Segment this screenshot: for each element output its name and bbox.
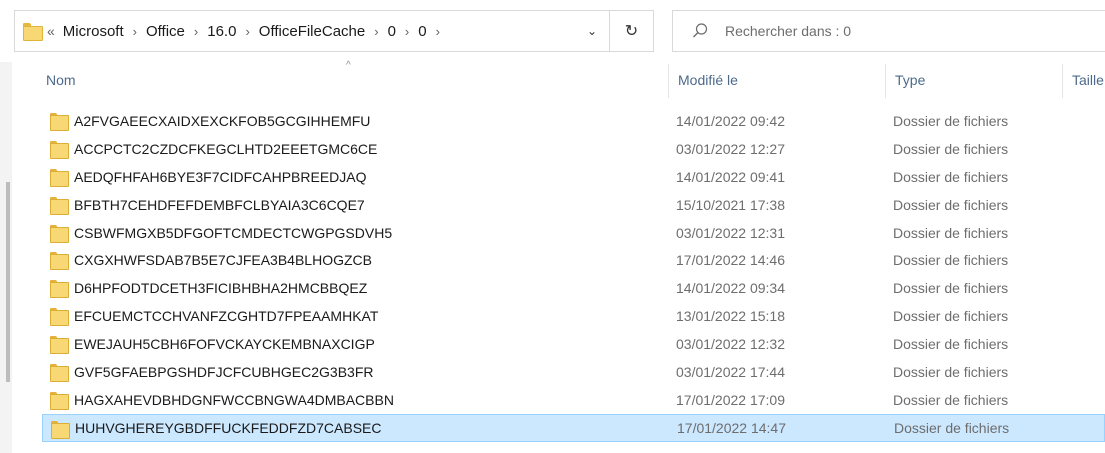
modified-date: 03/01/2022 12:32 — [676, 336, 785, 353]
file-type: Dossier de fichiers — [893, 224, 1009, 241]
folder-icon — [50, 113, 69, 131]
table-row[interactable]: GVF5GFAEBPGSHDFJCFCUBHGEC2G3B3FR 03/01/2… — [42, 358, 1105, 386]
table-row-selected[interactable]: HUHVGHEREYGBDFFUCKFEDDFZD7CABSEC 17/01/2… — [42, 413, 1105, 442]
file-name: EWEJAUH5CBH6FOFVCKAYCKEMBNAXCIGP — [74, 336, 375, 353]
refresh-icon: ↻ — [624, 23, 639, 40]
modified-date: 17/01/2022 14:47 — [677, 419, 786, 436]
file-type: Dossier de fichiers — [893, 168, 1009, 185]
column-header-modified[interactable]: Modifié le — [678, 62, 883, 98]
modified-date: 13/01/2022 15:18 — [676, 308, 785, 325]
table-row[interactable]: A2FVGAEECXAIDXEXCKFOB5GCGIHHEMFU 14/01/2… — [42, 107, 1105, 135]
file-type: Dossier de fichiers — [893, 196, 1009, 213]
column-header-label: Type — [895, 72, 926, 88]
file-name: D6HPFODTDCETH3FICIBHBHA2HMCBBQEZ — [74, 280, 368, 297]
file-type: Dossier de fichiers — [893, 308, 1009, 325]
column-divider[interactable] — [885, 64, 886, 98]
file-name: BFBTH7CEHDFEFDEMBFCLBYAIA3C6CQE7 — [74, 196, 365, 213]
search-input[interactable] — [725, 23, 1105, 39]
modified-date: 03/01/2022 17:44 — [676, 363, 785, 380]
file-type: Dossier de fichiers — [894, 419, 1010, 436]
breadcrumb: « Microsoft › Office › 16.0 › OfficeFile… — [47, 23, 575, 40]
file-type: Dossier de fichiers — [893, 363, 1009, 380]
file-type: Dossier de fichiers — [893, 391, 1009, 408]
folder-icon — [50, 140, 69, 159]
column-header-type[interactable]: Type — [895, 62, 1060, 98]
file-name: A2FVGAEECXAIDXEXCKFOB5GCGIHHEMFU — [74, 112, 371, 129]
column-header-label: Nom — [46, 72, 76, 88]
modified-date: 17/01/2022 17:09 — [676, 391, 785, 408]
file-type: Dossier de fichiers — [893, 280, 1009, 297]
chevron-down-icon: ⌄ — [586, 24, 598, 38]
table-row[interactable]: HAGXAHEVDBHDGNFWCCBNGWA4DMBACBBN 17/01/2… — [42, 386, 1105, 414]
table-row[interactable]: EFCUEMCTCCHVANFZCGHTD7FPEAAMHKAT 13/01/2… — [42, 302, 1105, 330]
address-bar[interactable]: « Microsoft › Office › 16.0 › OfficeFile… — [14, 10, 654, 52]
folder-icon — [50, 224, 69, 243]
file-list: A2FVGAEECXAIDXEXCKFOB5GCGIHHEMFU 14/01/2… — [42, 107, 1105, 442]
folder-icon — [50, 280, 69, 299]
column-header-size[interactable]: Taille — [1072, 62, 1105, 98]
chevron-right-icon[interactable]: › — [374, 24, 378, 39]
file-name: CSBWFMGXB5DFGOFTCMDECTCWGPGSDVH5 — [74, 224, 393, 241]
file-name: GVF5GFAEBPGSHDFJCFCUBHGEC2G3B3FR — [74, 363, 374, 380]
modified-date: 03/01/2022 12:27 — [676, 140, 785, 157]
file-name: AEDQFHFAH6BYE3F7CIDFCAHPBREEDJAQ — [74, 168, 367, 185]
table-row[interactable]: AEDQFHFAH6BYE3F7CIDFCAHPBREEDJAQ 14/01/2… — [42, 163, 1105, 191]
modified-date: 15/10/2021 17:38 — [676, 196, 785, 213]
breadcrumb-item-officefilecache[interactable]: OfficeFileCache — [259, 23, 365, 40]
folder-icon — [50, 308, 69, 327]
column-header-name[interactable]: Nom — [46, 62, 666, 98]
file-name: CXGXHWFSDAB7B5E7CJFEA3B4BLHOGZCB — [74, 252, 372, 269]
scrollbar-thumb[interactable] — [6, 182, 10, 382]
navigation-pane-edge — [0, 62, 12, 453]
column-divider[interactable] — [668, 64, 669, 98]
column-header-label: Modifié le — [678, 72, 738, 88]
table-row[interactable]: ACCPCTC2CZDCFKEGCLHTD2EEETGMC6CE 03/01/2… — [42, 135, 1105, 163]
file-type: Dossier de fichiers — [893, 252, 1009, 269]
column-divider[interactable] — [1062, 64, 1063, 98]
file-type: Dossier de fichiers — [893, 112, 1009, 129]
table-row[interactable]: CSBWFMGXB5DFGOFTCMDECTCWGPGSDVH5 03/01/2… — [42, 219, 1105, 247]
folder-icon — [23, 23, 43, 41]
folder-icon — [50, 196, 69, 215]
folder-icon — [50, 336, 69, 355]
file-type: Dossier de fichiers — [893, 140, 1009, 157]
file-name: EFCUEMCTCCHVANFZCGHTD7FPEAAMHKAT — [74, 308, 379, 325]
modified-date: 14/01/2022 09:41 — [676, 168, 785, 185]
chevron-right-icon[interactable]: › — [405, 24, 409, 39]
modified-date: 17/01/2022 14:46 — [676, 252, 785, 269]
file-name: ACCPCTC2CZDCFKEGCLHTD2EEETGMC6CE — [74, 140, 378, 157]
file-name: HUHVGHEREYGBDFFUCKFEDDFZD7CABSEC — [75, 419, 382, 436]
chevron-right-icon[interactable]: › — [194, 24, 198, 39]
refresh-button[interactable]: ↻ — [609, 11, 653, 51]
search-icon — [691, 22, 709, 40]
chevron-right-icon[interactable]: › — [245, 24, 249, 39]
search-box[interactable] — [672, 10, 1105, 52]
modified-date: 14/01/2022 09:42 — [676, 112, 785, 129]
modified-date: 03/01/2022 12:31 — [676, 224, 785, 241]
breadcrumb-overflow-button[interactable]: « — [47, 23, 55, 39]
folder-icon — [50, 364, 69, 383]
folder-icon — [50, 252, 69, 271]
table-row[interactable]: CXGXHWFSDAB7B5E7CJFEA3B4BLHOGZCB 17/01/2… — [42, 246, 1105, 274]
table-row[interactable]: BFBTH7CEHDFEFDEMBFCLBYAIA3C6CQE7 15/10/2… — [42, 191, 1105, 219]
chevron-right-icon[interactable]: › — [436, 24, 440, 39]
table-row[interactable]: EWEJAUH5CBH6FOFVCKAYCKEMBNAXCIGP 03/01/2… — [42, 330, 1105, 358]
address-history-button[interactable]: ⌄ — [575, 11, 609, 51]
breadcrumb-item-office[interactable]: Office — [146, 23, 185, 40]
file-name: HAGXAHEVDBHDGNFWCCBNGWA4DMBACBBN — [74, 391, 394, 408]
folder-icon — [50, 168, 69, 187]
chevron-right-icon[interactable]: › — [133, 24, 137, 39]
breadcrumb-item-0-current[interactable]: 0 — [418, 23, 426, 40]
column-header-label: Taille — [1072, 72, 1104, 88]
breadcrumb-item-0[interactable]: 0 — [388, 23, 396, 40]
breadcrumb-item-microsoft[interactable]: Microsoft — [63, 23, 124, 40]
file-type: Dossier de fichiers — [893, 336, 1009, 353]
table-row[interactable]: D6HPFODTDCETH3FICIBHBHA2HMCBBQEZ 14/01/2… — [42, 274, 1105, 302]
folder-icon — [51, 420, 70, 439]
breadcrumb-item-16-0[interactable]: 16.0 — [207, 23, 236, 40]
modified-date: 14/01/2022 09:34 — [676, 280, 785, 297]
folder-icon — [50, 391, 69, 410]
